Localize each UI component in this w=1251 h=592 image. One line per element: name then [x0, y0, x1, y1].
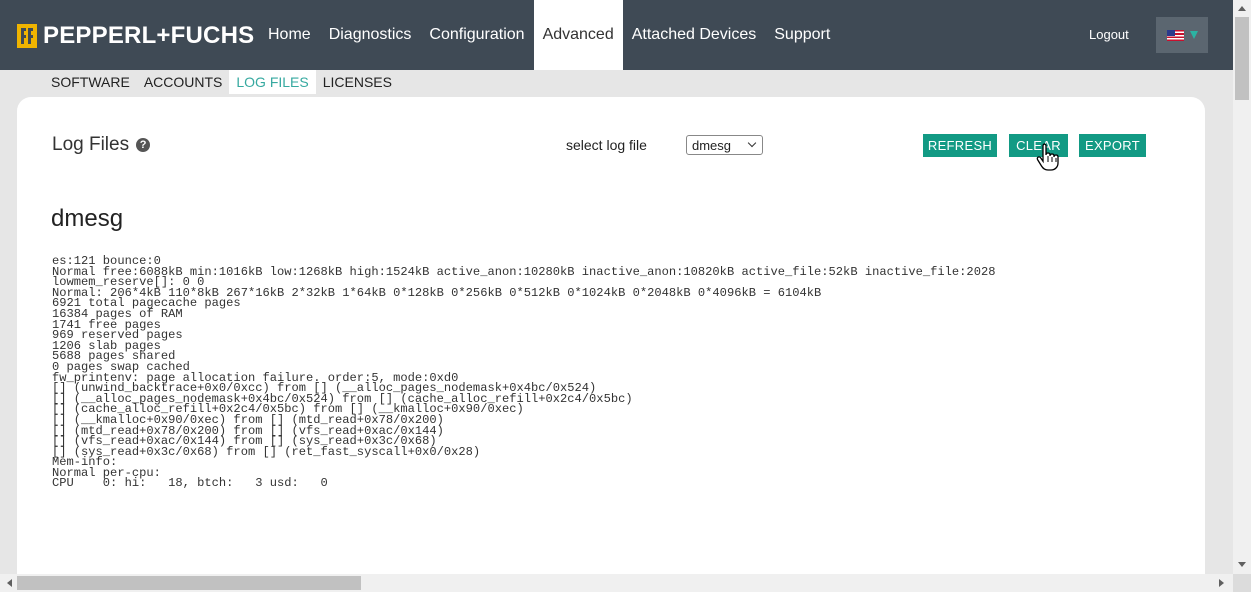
log-line: Mem-info:: [52, 455, 118, 470]
select-log-file-label: select log file: [566, 137, 647, 153]
scroll-up-icon[interactable]: [1238, 6, 1246, 11]
log-line: CPU 0: hi: 18, btch: 3 usd: 0: [52, 476, 328, 491]
brand-name: PEPPERL+FUCHS: [43, 22, 255, 49]
subnav-item-licenses[interactable]: LICENSES: [316, 70, 399, 94]
nav-item-advanced[interactable]: Advanced: [533, 0, 623, 70]
page-title: Log Files ?: [52, 134, 151, 156]
nav-item-support[interactable]: Support: [765, 0, 839, 70]
help-icon[interactable]: ?: [136, 138, 151, 152]
scroll-right-icon[interactable]: [1219, 579, 1224, 587]
top-navbar: PEPPERL+FUCHS Home Diagnostics Configura…: [0, 0, 1233, 70]
pf-logo-icon: [17, 24, 37, 48]
scroll-down-icon[interactable]: [1238, 562, 1246, 567]
log-line: 1741 free pages: [52, 317, 161, 332]
refresh-button[interactable]: REFRESH: [923, 134, 997, 157]
log-heading: dmesg: [51, 205, 124, 232]
log-content[interactable]: es:121 bounce:0 Normal free:6088kB min:10…: [52, 255, 1205, 491]
browser-viewport: PEPPERL+FUCHS Home Diagnostics Configura…: [0, 0, 1233, 574]
scroll-left-icon[interactable]: [7, 579, 12, 587]
export-button[interactable]: EXPORT: [1079, 134, 1146, 157]
log-line: 1206 slab pages: [52, 338, 161, 353]
log-files-card: Log Files ? select log file dmesg REFRES…: [17, 97, 1205, 574]
nav-item-diagnostics[interactable]: Diagnostics: [320, 0, 421, 70]
log-line: 969 reserved pages: [52, 328, 183, 343]
vertical-scroll-thumb[interactable]: [1235, 17, 1249, 100]
subnav-item-log-files[interactable]: LOG FILES: [229, 70, 316, 94]
log-line: 6921 total pagecache pages: [52, 296, 241, 311]
scrollbar-corner: [1233, 574, 1251, 592]
nav-item-home[interactable]: Home: [259, 0, 320, 70]
horizontal-scrollbar[interactable]: [0, 574, 1233, 592]
logout-link[interactable]: Logout: [1089, 27, 1129, 42]
us-flag-icon: [1166, 29, 1184, 41]
log-file-select[interactable]: dmesg: [686, 135, 763, 155]
subnav-item-software[interactable]: SOFTWARE: [44, 70, 137, 94]
log-line: 5688 pages shared: [52, 349, 176, 364]
horizontal-scroll-thumb[interactable]: [17, 576, 361, 590]
main-nav: Home Diagnostics Configuration Advanced …: [259, 0, 839, 70]
hand-cursor-icon: [1036, 143, 1059, 171]
chevron-down-icon: [747, 138, 757, 148]
log-line: [] (sys_read+0x3c/0x68) from [] (ret_fas…: [52, 444, 481, 459]
language-selector[interactable]: [1156, 17, 1208, 53]
log-line: Normal free:6088kB min:1016kB low:1268kB…: [52, 264, 996, 279]
nav-item-configuration[interactable]: Configuration: [420, 0, 533, 70]
sub-nav: SOFTWARE ACCOUNTS LOG FILES LICENSES: [0, 70, 1233, 94]
log-file-select-value: dmesg: [692, 137, 732, 153]
caret-down-icon: [1189, 31, 1198, 39]
subnav-item-accounts[interactable]: ACCOUNTS: [137, 70, 230, 94]
log-line: 16384 pages of RAM: [52, 306, 183, 321]
nav-item-attached-devices[interactable]: Attached Devices: [623, 0, 766, 70]
vertical-scrollbar[interactable]: [1233, 0, 1251, 574]
page-title-text: Log Files: [52, 134, 130, 155]
brand-logo[interactable]: PEPPERL+FUCHS: [17, 22, 254, 50]
